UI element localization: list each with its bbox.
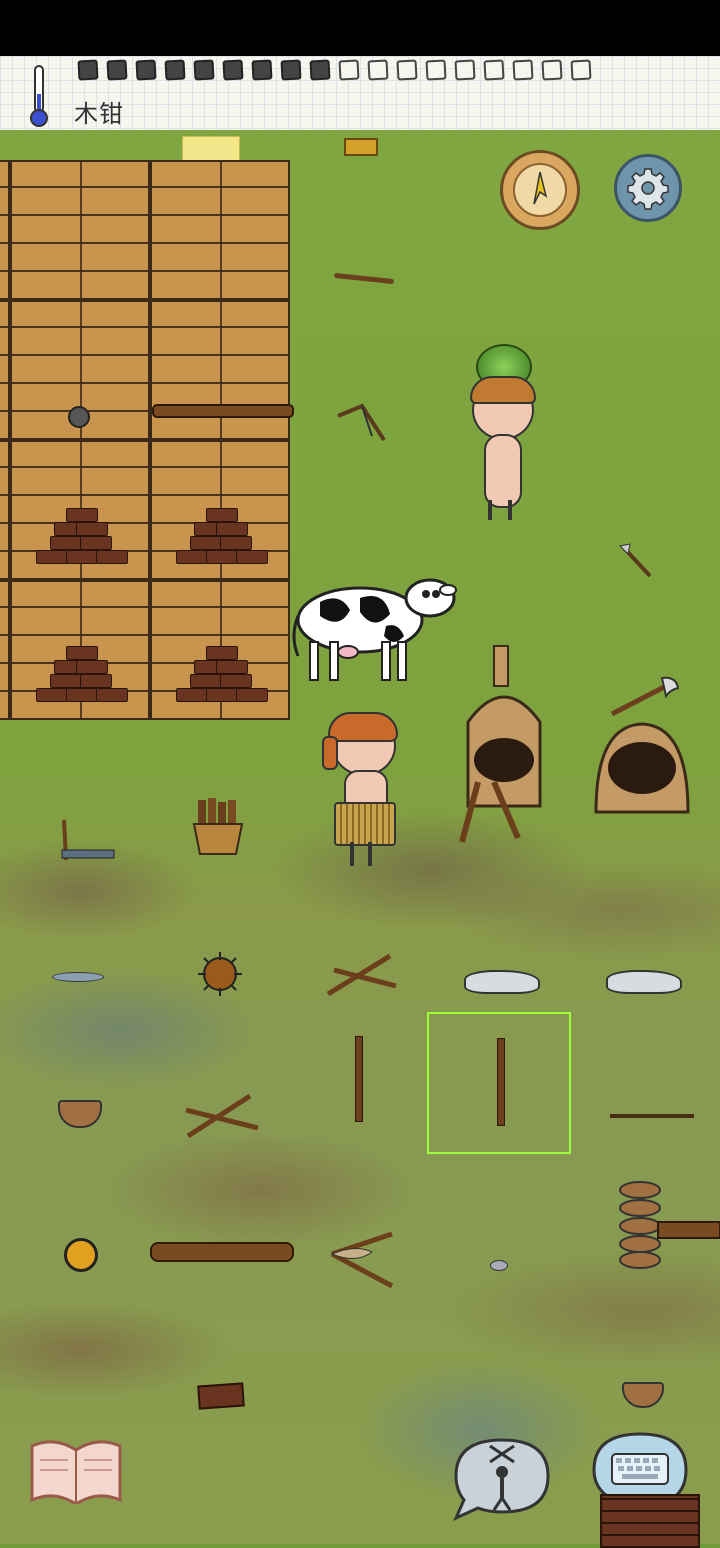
selection-highlight[interactable]	[427, 1012, 571, 1154]
food-pip-empty	[541, 59, 563, 81]
bow-drill[interactable]	[332, 400, 396, 448]
thin-stick[interactable]	[610, 1114, 694, 1118]
food-meter	[77, 59, 592, 81]
food-pip-full	[193, 59, 215, 81]
adobe-brick-pile[interactable]	[172, 504, 272, 574]
game-world[interactable]	[0, 130, 720, 1548]
food-pip-full	[164, 59, 186, 81]
adobe-brick[interactable]	[197, 1382, 245, 1410]
stacked-bowls-and-log[interactable]	[618, 1180, 720, 1272]
food-pip-full	[77, 59, 99, 81]
adobe-oven[interactable]	[586, 720, 698, 816]
compass-icon	[513, 163, 567, 217]
food-pip-full	[135, 59, 157, 81]
emote-button[interactable]	[446, 1436, 552, 1522]
small-stone[interactable]	[490, 1260, 508, 1271]
spindle-whorl[interactable]	[64, 1238, 98, 1272]
adobe-brick-pile[interactable]	[32, 642, 132, 712]
food-pip-empty	[454, 59, 476, 81]
food-pip-full	[309, 59, 331, 81]
tech-book-button[interactable]	[28, 1436, 124, 1504]
gear-icon	[627, 168, 669, 210]
hud-bar: 木钳	[0, 56, 720, 133]
long-stick[interactable]	[497, 1038, 505, 1126]
grass-skirt	[334, 802, 396, 846]
basket-of-kindling[interactable]	[190, 798, 246, 856]
food-pip-full	[280, 59, 302, 81]
food-pip-full	[251, 59, 273, 81]
thermometer-icon	[30, 65, 48, 127]
system-status-bar	[0, 0, 720, 56]
steel-mining-pick[interactable]	[56, 816, 118, 864]
food-pip-empty	[396, 59, 418, 81]
long-stick[interactable]	[355, 1036, 363, 1122]
stick[interactable]	[333, 272, 395, 285]
settings-button[interactable]	[614, 154, 682, 222]
round-stone[interactable]	[68, 406, 90, 428]
food-pip-full	[222, 59, 244, 81]
cow[interactable]	[290, 576, 462, 688]
wooden-floor	[0, 160, 290, 720]
flat-rock[interactable]	[464, 970, 540, 994]
tech-book-icon	[30, 1440, 122, 1504]
brick-stack[interactable]	[600, 1494, 700, 1548]
held-item-label: 木钳	[74, 100, 124, 128]
crossed-sticks[interactable]	[324, 950, 400, 1000]
food-pip-empty	[338, 59, 360, 81]
bow[interactable]	[322, 1224, 402, 1294]
crossed-sticks[interactable]	[182, 1092, 262, 1140]
long-log[interactable]	[150, 1242, 294, 1262]
food-pip-empty	[367, 59, 389, 81]
wooden-shaft[interactable]	[152, 404, 294, 418]
food-pip-empty	[425, 59, 447, 81]
burdock[interactable]	[196, 950, 244, 998]
small-box[interactable]	[344, 138, 378, 156]
clay-bowl[interactable]	[622, 1382, 664, 1408]
compass-button[interactable]	[500, 150, 580, 230]
flat-rock[interactable]	[606, 970, 682, 994]
forge-kiln[interactable]	[448, 642, 560, 844]
adobe-brick-pile[interactable]	[172, 642, 272, 712]
villager-child[interactable]	[470, 344, 536, 524]
feather[interactable]	[52, 972, 104, 982]
food-pip-full	[106, 59, 128, 81]
food-pip-empty	[483, 59, 505, 81]
flint-hatchet[interactable]	[616, 542, 656, 582]
food-pip-empty	[570, 59, 592, 81]
clay-bowl[interactable]	[58, 1100, 102, 1128]
adobe-brick-pile[interactable]	[32, 504, 132, 574]
player-character[interactable]	[322, 712, 402, 872]
food-pip-empty	[512, 59, 534, 81]
puppet-speech-icon	[453, 1438, 550, 1521]
steel-axe[interactable]	[608, 672, 682, 718]
